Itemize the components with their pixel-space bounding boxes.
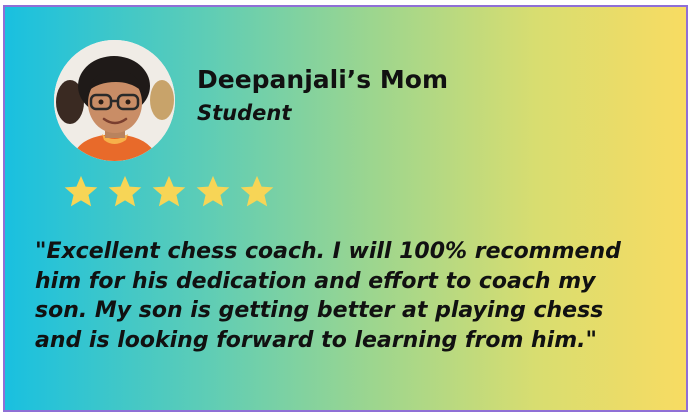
reviewer-name: Deepanjali’s Mom (197, 65, 448, 94)
quote-line: "Excellent chess coach. I will 100% reco… (35, 239, 621, 264)
star-icon (240, 175, 274, 207)
student-portrait-icon (54, 40, 175, 161)
quote-line: and is looking forward to learning from … (35, 327, 597, 353)
star-icon (152, 175, 186, 207)
avatar (54, 40, 175, 161)
quote-line: son. My son is getting better at playing… (35, 298, 604, 323)
quote-line: him for his dedication and effort to coa… (35, 268, 596, 294)
star-icon (108, 175, 142, 207)
testimonial-quote: "Excellent chess coach. I will 100% reco… (35, 237, 675, 355)
star-icon (64, 175, 98, 207)
star-icon (196, 175, 230, 207)
star-rating (62, 173, 276, 213)
testimonial-card: Deepanjali’s Mom Student "Excellent ches… (3, 5, 688, 412)
reviewer-role: Student (197, 101, 292, 125)
